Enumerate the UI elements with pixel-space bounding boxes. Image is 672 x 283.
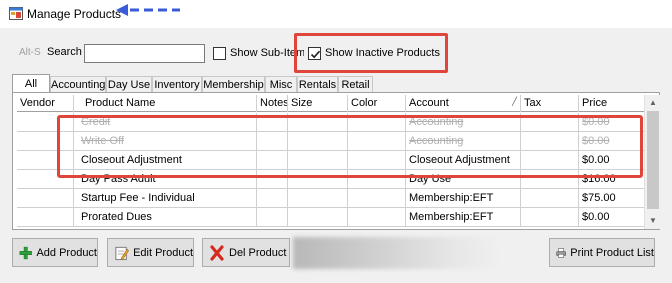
tab-membership[interactable]: Membership bbox=[202, 76, 265, 93]
arrow-annotation-icon bbox=[116, 4, 180, 16]
show-sub-items-label[interactable]: Show Sub-Items bbox=[230, 47, 304, 59]
scroll-thumb[interactable] bbox=[647, 111, 659, 209]
tab-accounting[interactable]: Accounting bbox=[50, 76, 106, 93]
cell-size bbox=[288, 189, 348, 207]
edit-product-button[interactable]: Edit Product bbox=[107, 238, 194, 267]
highlight-box-rows bbox=[57, 115, 643, 178]
tab-retail[interactable]: Retail bbox=[338, 76, 373, 93]
alt-s-hint: Alt-S bbox=[19, 47, 41, 58]
cell-color bbox=[348, 189, 406, 207]
column-header-price[interactable]: Price bbox=[579, 95, 644, 112]
column-header-color[interactable]: Color bbox=[348, 95, 406, 112]
tab-day-use[interactable]: Day Use bbox=[106, 76, 152, 93]
app-window-icon bbox=[9, 7, 23, 20]
redacted-area bbox=[293, 237, 503, 269]
cell-price: $0.00 bbox=[582, 211, 610, 223]
window-title: Manage Products bbox=[27, 7, 122, 21]
column-header-notes[interactable]: Notes bbox=[257, 95, 288, 112]
delete-x-icon bbox=[210, 244, 224, 261]
cell-product-name: Prorated Dues bbox=[74, 208, 257, 226]
tab-rentals[interactable]: Rentals bbox=[297, 76, 338, 93]
column-header-account[interactable]: Account ╱ bbox=[406, 95, 521, 112]
scroll-up-icon[interactable]: ▲ bbox=[645, 95, 661, 110]
column-header-size[interactable]: Size bbox=[288, 95, 348, 112]
search-input[interactable] bbox=[84, 44, 205, 63]
search-label: Search bbox=[47, 46, 82, 58]
show-sub-items-checkbox[interactable] bbox=[213, 47, 226, 60]
column-header-product-name[interactable]: Product Name bbox=[74, 95, 257, 112]
cell-color bbox=[348, 208, 406, 226]
tab-inventory[interactable]: Inventory bbox=[152, 76, 202, 93]
title-bar: Manage Products bbox=[0, 0, 672, 28]
cell-price: $75.00 bbox=[582, 192, 616, 204]
sort-ascending-icon: ╱ bbox=[512, 97, 517, 106]
cell-account: Membership:EFT bbox=[406, 208, 521, 226]
cell-notes bbox=[257, 189, 288, 207]
delete-product-button[interactable]: Del Product bbox=[202, 238, 290, 267]
cell-product-name: Startup Fee - Individual bbox=[74, 189, 257, 207]
table-row[interactable]: Prorated Dues Membership:EFT $0.00 bbox=[17, 208, 644, 227]
print-product-list-button[interactable]: Print Product List bbox=[549, 238, 655, 267]
cell-vendor bbox=[17, 189, 74, 207]
cell-notes bbox=[257, 208, 288, 226]
cell-tax bbox=[521, 208, 579, 226]
tab-misc[interactable]: Misc bbox=[265, 76, 297, 93]
grid-scrollbar[interactable]: ▲ ▼ bbox=[644, 95, 660, 229]
printer-icon bbox=[556, 247, 566, 258]
cell-account: Membership:EFT bbox=[406, 189, 521, 207]
table-row[interactable]: Startup Fee - Individual Membership:EFT … bbox=[17, 189, 644, 208]
cell-vendor bbox=[17, 208, 74, 226]
tab-all[interactable]: All bbox=[12, 74, 50, 93]
cell-size bbox=[288, 208, 348, 226]
plus-icon bbox=[19, 246, 32, 259]
add-product-button[interactable]: Add Product bbox=[12, 238, 98, 267]
grid-header: Vendor Product Name Notes Size Color Acc… bbox=[17, 95, 644, 112]
column-header-vendor[interactable]: Vendor bbox=[17, 95, 74, 112]
highlight-box-checkbox bbox=[294, 33, 448, 73]
edit-pencil-icon bbox=[115, 246, 129, 260]
scroll-down-icon[interactable]: ▼ bbox=[645, 213, 661, 228]
column-header-tax[interactable]: Tax bbox=[521, 95, 579, 112]
cell-tax bbox=[521, 189, 579, 207]
